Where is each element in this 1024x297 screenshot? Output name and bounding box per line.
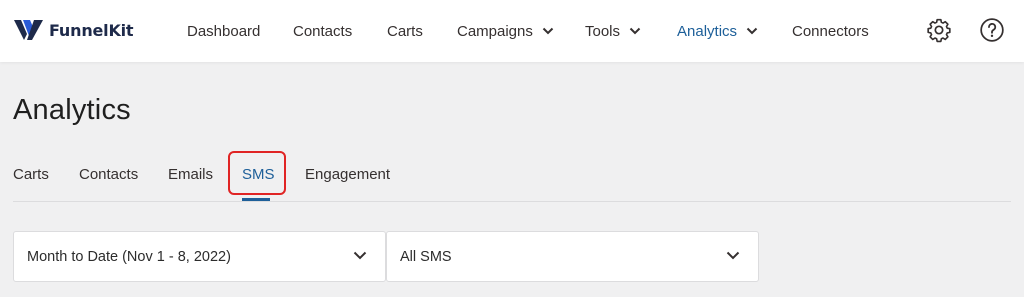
tab-engagement[interactable]: Engagement: [305, 166, 390, 183]
sms-select[interactable]: All SMS: [386, 231, 759, 282]
tab-emails[interactable]: Emails: [168, 166, 213, 183]
page-title: Analytics: [13, 94, 131, 126]
nav-item-campaigns[interactable]: Campaigns: [457, 21, 554, 41]
nav-item-contacts[interactable]: Contacts: [293, 21, 352, 41]
chevron-down-icon: [726, 251, 740, 260]
funnelkit-logo[interactable]: FunnelKit: [14, 17, 134, 43]
help-button[interactable]: [979, 17, 1005, 43]
nav-item-carts[interactable]: Carts: [387, 21, 423, 41]
brand-name: FunnelKit: [49, 20, 134, 40]
tab-contacts[interactable]: Contacts: [79, 166, 138, 183]
funnelkit-logo-icon: [14, 20, 43, 40]
chevron-down-icon: [353, 251, 367, 260]
nav-item-label: Tools: [585, 22, 621, 40]
nav-item-label: Carts: [387, 22, 423, 40]
nav-item-label: Campaigns: [457, 22, 533, 40]
nav-item-label: Dashboard: [187, 22, 261, 40]
nav-item-dashboard[interactable]: Dashboard: [187, 21, 260, 41]
top-navigation-bar: FunnelKit Dashboard Contacts Carts Campa…: [0, 0, 1024, 62]
nav-item-analytics[interactable]: Analytics: [677, 21, 758, 41]
chevron-down-icon: [542, 27, 554, 35]
nav-item-label: Contacts: [293, 22, 353, 40]
tabs-divider: [13, 201, 1011, 202]
nav-item-connectors[interactable]: Connectors: [792, 21, 869, 41]
help-icon: [980, 18, 1004, 42]
nav-item-label: Analytics: [677, 22, 738, 40]
chevron-down-icon: [629, 27, 641, 35]
nav-item-tools[interactable]: Tools: [585, 21, 641, 41]
nav-item-label: Connectors: [792, 22, 869, 40]
date-range-value: Month to Date (Nov 1 - 8, 2022): [27, 249, 231, 265]
settings-button[interactable]: [926, 17, 952, 43]
sms-select-value: All SMS: [400, 249, 452, 265]
sms-tab-highlight-box: [228, 151, 286, 195]
chevron-down-icon: [746, 27, 758, 35]
gear-icon: [927, 18, 951, 43]
date-range-select[interactable]: Month to Date (Nov 1 - 8, 2022): [13, 231, 386, 282]
tab-carts[interactable]: Carts: [13, 166, 49, 183]
